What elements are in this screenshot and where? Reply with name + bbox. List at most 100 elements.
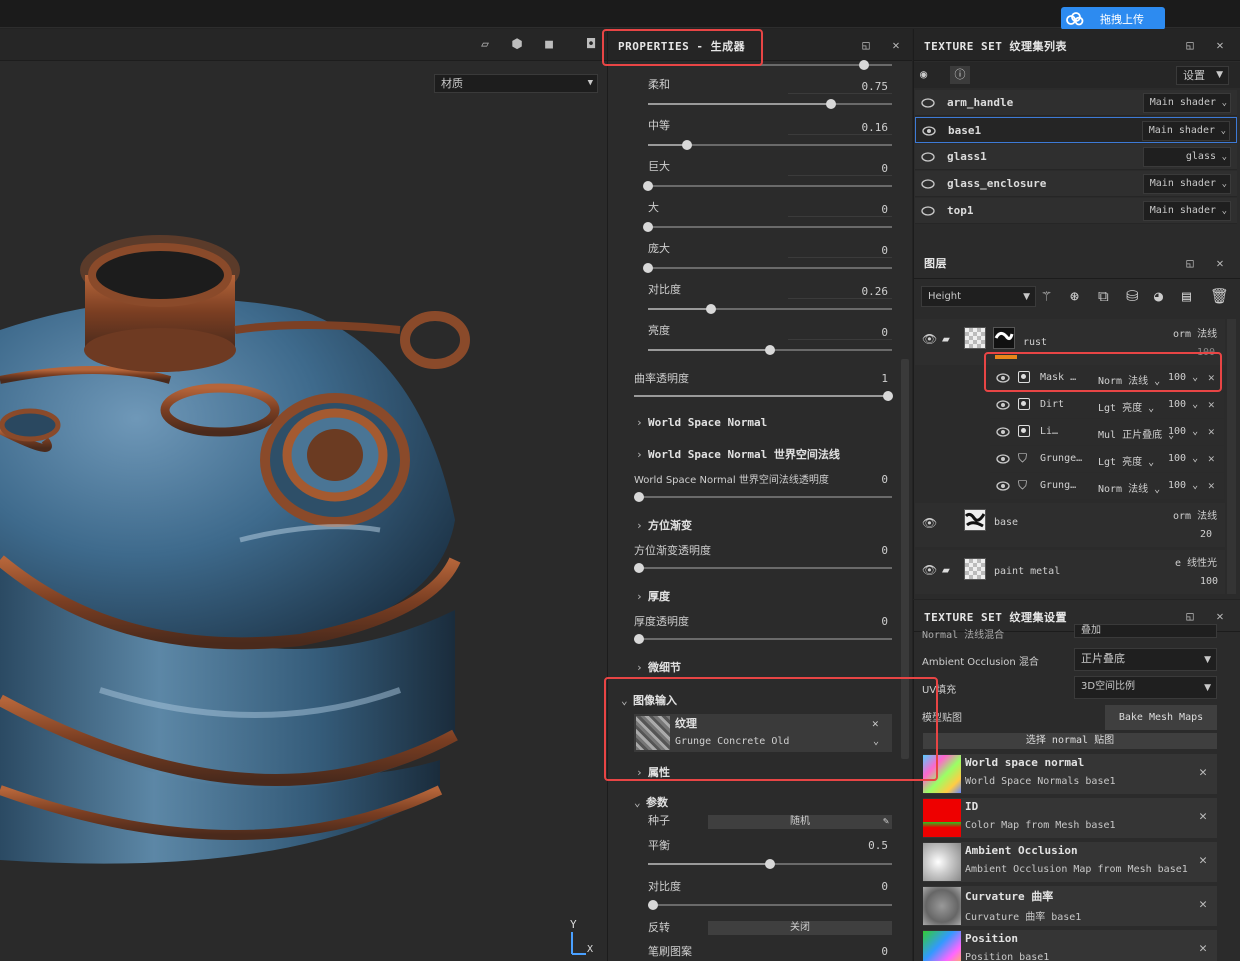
slider-value[interactable]: 0 bbox=[788, 326, 888, 339]
dir-opacity-knob[interactable] bbox=[634, 563, 644, 573]
close-icon[interactable]: ✕ bbox=[1199, 897, 1207, 912]
close-icon[interactable]: ✕ bbox=[1199, 941, 1207, 956]
screenshot-camera-icon[interactable]: ◘ bbox=[580, 37, 602, 55]
section-world-space-normal-cn[interactable]: › World Space Normal 世界空间法线 bbox=[636, 446, 840, 462]
material-select[interactable]: 材质 ▼ bbox=[434, 74, 598, 93]
layer-blend[interactable]: e 线性光 bbox=[1175, 554, 1217, 569]
wsn-opacity-value[interactable]: 0 bbox=[838, 473, 888, 486]
slider-knob[interactable] bbox=[643, 181, 653, 191]
slider-value[interactable]: 0 bbox=[788, 244, 888, 257]
thick-opacity-track[interactable] bbox=[634, 638, 892, 640]
close-icon[interactable]: ✕ bbox=[1212, 37, 1228, 53]
slider-value[interactable]: 0 bbox=[788, 162, 888, 175]
slider-knob[interactable] bbox=[643, 263, 653, 273]
shader-dropdown[interactable]: glass ⌄ bbox=[1143, 147, 1231, 167]
slider-value[interactable]: 0 bbox=[788, 203, 888, 216]
add-mask-icon[interactable]: ◕ bbox=[1154, 287, 1163, 305]
slider-knob[interactable] bbox=[706, 304, 716, 314]
layer-opacity[interactable]: 100 bbox=[1200, 576, 1218, 587]
shader-dropdown[interactable]: Main shader ⌄ bbox=[1143, 174, 1231, 194]
eye-icon[interactable] bbox=[996, 479, 1010, 493]
curvature-opacity-knob[interactable] bbox=[883, 391, 893, 401]
dir-opacity-track[interactable] bbox=[634, 567, 892, 569]
slider-knob[interactable] bbox=[643, 222, 653, 232]
texture-set-row[interactable]: arm_handle Main shader ⌄ bbox=[915, 90, 1237, 116]
cube-view-icon[interactable]: ⬢ bbox=[506, 37, 528, 55]
contrast2-value[interactable]: 0 bbox=[838, 880, 888, 893]
add-folder-icon[interactable]: ▤ bbox=[1182, 287, 1191, 305]
layer-paint-metal[interactable]: 👁 ▰ paint metal e 线性光 100 bbox=[915, 550, 1225, 594]
mesh-map-card[interactable]: Ambient Occlusion Ambient Occlusion Map f… bbox=[923, 842, 1217, 882]
slider-knob[interactable] bbox=[765, 345, 775, 355]
upload-button[interactable]: 拖拽上传 bbox=[1061, 7, 1165, 30]
balance-value[interactable]: 0.5 bbox=[838, 839, 888, 852]
texture-set-row[interactable]: glass1 glass ⌄ bbox=[915, 144, 1237, 170]
trash-icon[interactable]: 🗑 bbox=[1210, 287, 1229, 305]
eye-icon[interactable]: 👁 bbox=[922, 332, 937, 346]
channel-dropdown[interactable]: Height ▼ bbox=[921, 286, 1036, 307]
float-panel-icon[interactable]: ◱ bbox=[1182, 255, 1198, 271]
balance-knob[interactable] bbox=[765, 859, 775, 869]
eye-icon[interactable] bbox=[921, 150, 935, 164]
contrast2-knob[interactable] bbox=[648, 900, 658, 910]
add-layer-icon[interactable]: ⧉ bbox=[1098, 287, 1109, 305]
sub-layer-opacity[interactable]: 100 ⌄ bbox=[1168, 399, 1198, 410]
wsn-opacity-knob[interactable] bbox=[634, 492, 644, 502]
mesh-map-card[interactable]: ID Color Map from Mesh base1 ✕ bbox=[923, 798, 1217, 838]
seed-random-button[interactable]: 随机 ✎ bbox=[708, 815, 892, 829]
layer-opacity[interactable]: 20 bbox=[1200, 529, 1212, 540]
section-direction[interactable]: › 方位渐变 bbox=[636, 517, 692, 533]
sub-layer-opacity[interactable]: 100 ⌄ bbox=[1168, 453, 1198, 464]
layer-blend[interactable]: orm 法线 bbox=[1173, 507, 1217, 522]
ao-mix-dropdown[interactable]: 正片叠底 ▼ bbox=[1074, 648, 1217, 671]
sub-layer-row[interactable]: Li… Mul 正片叠底 ⌄ 100 ⌄ ✕ bbox=[990, 419, 1224, 445]
eye-icon[interactable] bbox=[996, 398, 1010, 412]
layer-base[interactable]: 👁 base orm 法线 20 bbox=[915, 503, 1225, 547]
eye-icon[interactable] bbox=[921, 177, 935, 191]
shader-dropdown[interactable]: Main shader ⌄ bbox=[1143, 201, 1231, 221]
texture-set-row[interactable]: glass_enclosure Main shader ⌄ bbox=[915, 171, 1237, 197]
normal-mix-dropdown[interactable]: 叠加 bbox=[1074, 624, 1217, 638]
mesh-map-card[interactable]: Position Position base1 ✕ bbox=[923, 930, 1217, 961]
select-normal-map-button[interactable]: 选择 normal 贴图 bbox=[923, 733, 1217, 749]
uv-padding-dropdown[interactable]: 3D空间比例 ▼ bbox=[1074, 676, 1217, 699]
sub-layer-blend[interactable]: Mul 正片叠底 ⌄ bbox=[1098, 426, 1174, 441]
brush-pattern-value[interactable]: 0 bbox=[838, 945, 888, 958]
texture-set-row[interactable]: base1 Main shader ⌄ bbox=[915, 117, 1237, 143]
close-icon[interactable]: ✕ bbox=[1199, 809, 1207, 824]
sub-layer-opacity[interactable]: 100 ⌄ bbox=[1168, 426, 1198, 437]
eye-icon[interactable] bbox=[921, 204, 935, 218]
sub-layer-blend[interactable]: Lgt 亮度 ⌄ bbox=[1098, 399, 1154, 414]
eye-icon[interactable] bbox=[922, 124, 936, 138]
close-icon[interactable]: ✕ bbox=[1208, 425, 1215, 438]
section-world-space-normal[interactable]: › World Space Normal bbox=[636, 416, 767, 429]
shader-dropdown[interactable]: Main shader ⌄ bbox=[1142, 121, 1230, 141]
video-camera-icon[interactable]: ■ bbox=[538, 37, 560, 55]
contrast2-track[interactable] bbox=[648, 904, 892, 906]
slider-knob[interactable] bbox=[682, 140, 692, 150]
close-icon[interactable]: ✕ bbox=[1208, 398, 1215, 411]
slider-track[interactable] bbox=[648, 226, 892, 228]
close-icon[interactable]: ✕ bbox=[1208, 479, 1215, 492]
settings-dropdown[interactable]: 设置 ▼ bbox=[1176, 66, 1229, 85]
eye-icon[interactable] bbox=[996, 425, 1010, 439]
slider-knob[interactable] bbox=[826, 99, 836, 109]
shader-dropdown[interactable]: Main shader ⌄ bbox=[1143, 93, 1231, 113]
slider-knob[interactable] bbox=[859, 60, 869, 70]
eye-icon[interactable] bbox=[996, 452, 1010, 466]
float-panel-icon[interactable]: ◱ bbox=[1182, 37, 1198, 53]
slider-track[interactable] bbox=[648, 185, 892, 187]
eye-icon[interactable]: 👁 bbox=[922, 516, 937, 530]
sub-layer-row[interactable]: ⛉ Grung… Norm 法线 ⌄ 100 ⌄ ✕ bbox=[990, 473, 1224, 499]
eye-icon[interactable]: 👁 bbox=[922, 563, 937, 577]
layer-blend[interactable]: orm 法线 bbox=[1173, 325, 1217, 340]
slider-value[interactable]: 0.26 bbox=[788, 285, 889, 298]
3d-viewport[interactable] bbox=[0, 29, 607, 961]
info-toggle-icon[interactable]: ⓘ bbox=[950, 66, 970, 84]
close-icon[interactable]: ✕ bbox=[1212, 255, 1228, 271]
float-panel-icon[interactable]: ◱ bbox=[1182, 608, 1198, 624]
camera-frame-icon[interactable]: ▱ bbox=[474, 37, 496, 55]
thick-opacity-knob[interactable] bbox=[634, 634, 644, 644]
mesh-map-card[interactable]: Curvature 曲率 Curvature 曲率 base1 ✕ bbox=[923, 886, 1217, 926]
sub-layer-row[interactable]: ⛉ Grunge… Lgt 亮度 ⌄ 100 ⌄ ✕ bbox=[990, 446, 1224, 472]
